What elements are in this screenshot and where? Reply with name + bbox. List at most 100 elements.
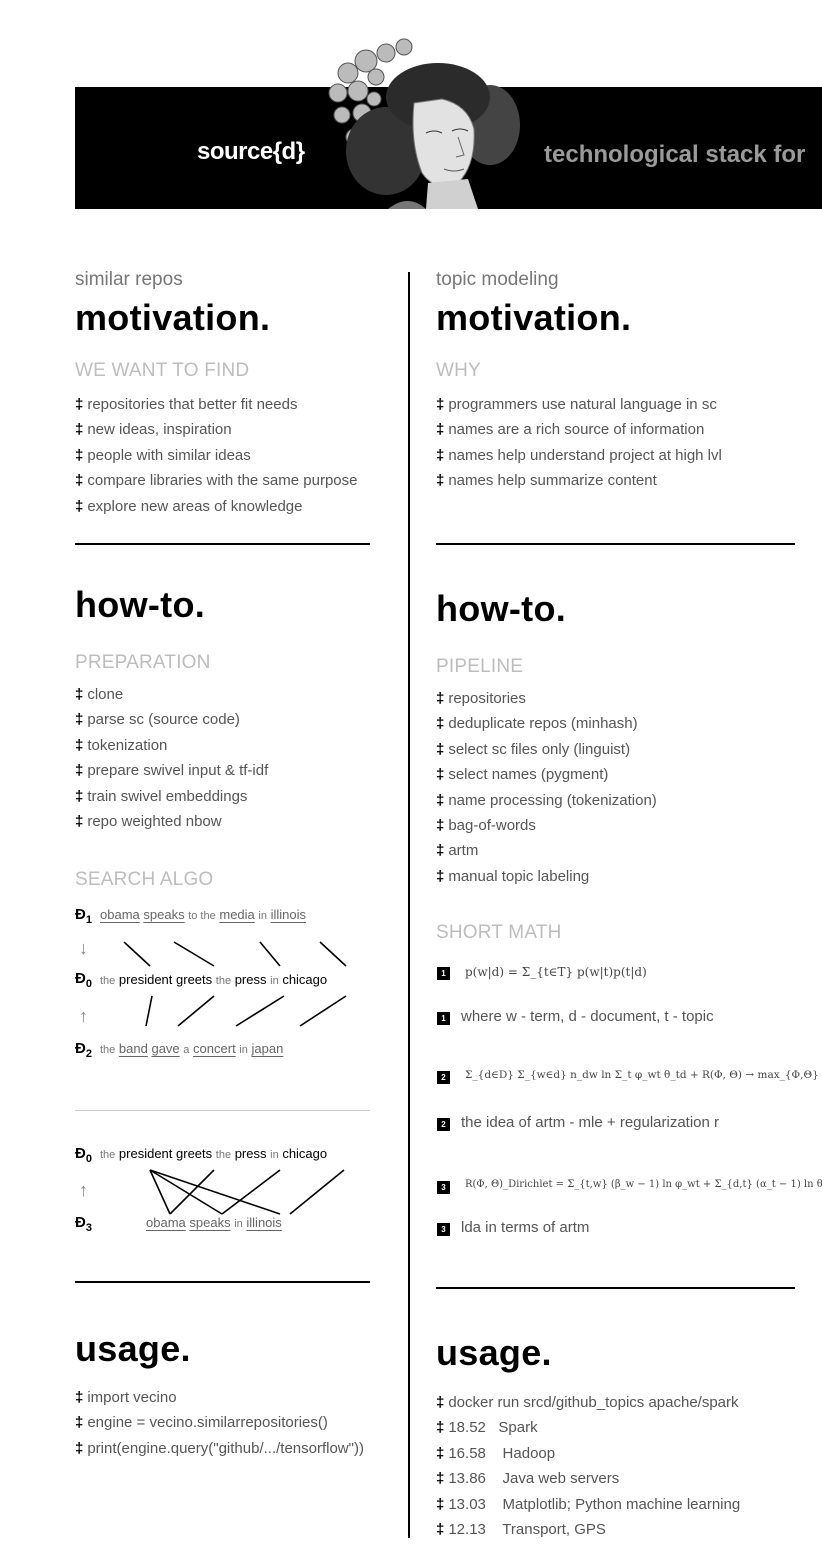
left-motivation-list: ‡ repositories that better fit needs ‡ new… bbox=[75, 395, 357, 522]
bullet-icon: ‡ bbox=[436, 1470, 445, 1488]
bullet-icon: ‡ bbox=[75, 812, 84, 830]
list-item: ‡ programmers use natural language in sc bbox=[436, 396, 717, 413]
doc-label-d2: Đ2 bbox=[75, 1040, 92, 1060]
list-item: ‡ train swivel embeddings bbox=[75, 787, 248, 805]
left-motivation-title: motivation. bbox=[75, 297, 271, 338]
doc-row-d0: the president greets the press in chicag… bbox=[100, 1146, 328, 1161]
bullet-icon: ‡ bbox=[75, 446, 84, 464]
formula-2-caption: the idea of artm - mle + regularization … bbox=[461, 1114, 720, 1131]
banner-tagline: technological stack for bbox=[544, 141, 806, 168]
pipeline-caption: PIPELINE bbox=[436, 656, 524, 677]
section-divider bbox=[75, 543, 370, 545]
list-item: ‡ names help summarize content bbox=[436, 472, 657, 490]
bullet-icon: ‡ bbox=[75, 497, 84, 515]
list-item: ‡ docker run srcd/github_topics apache/sp… bbox=[436, 1394, 739, 1411]
list-item: ‡ prepare swivel input & tf-idf bbox=[75, 762, 269, 780]
right-howto-title: how-to. bbox=[436, 588, 567, 629]
bullet-icon: ‡ bbox=[436, 1444, 445, 1462]
left-subtitle: similar repos bbox=[75, 269, 183, 290]
arrow-down-icon: ↓ bbox=[79, 938, 88, 958]
list-item: ‡ import vecino bbox=[75, 1389, 177, 1406]
list-item: ‡ select sc files only (linguist) bbox=[436, 740, 631, 758]
list-item: ‡ new ideas, inspiration bbox=[75, 421, 232, 439]
bullet-icon: ‡ bbox=[75, 711, 84, 729]
list-item: ‡ artm bbox=[436, 842, 479, 860]
bullet-icon: ‡ bbox=[75, 1439, 84, 1457]
right-subtitle: topic modeling bbox=[436, 269, 559, 290]
bullet-icon: ‡ bbox=[75, 472, 84, 490]
right-motivation-title: motivation. bbox=[436, 297, 632, 338]
math-badge: 1 bbox=[437, 967, 450, 980]
list-item: ‡ compare libraries with the same purpose bbox=[75, 472, 358, 490]
preparation-caption: PREPARATION bbox=[75, 652, 211, 673]
right-usage-list: ‡ docker run srcd/github_topics apache/sp… bbox=[436, 1393, 740, 1545]
bullet-icon: ‡ bbox=[436, 1394, 445, 1411]
formula-3: R(Φ, Θ)_Dirichlet = Σ_{t,w} (β_w − 1) ln… bbox=[465, 1179, 822, 1190]
list-item: ‡ 13.03 Matplotlib; Python machine learni… bbox=[436, 1495, 741, 1513]
bullet-icon: ‡ bbox=[436, 1419, 445, 1437]
list-item: ‡ repositories that better fit needs bbox=[75, 396, 298, 413]
bullet-icon: ‡ bbox=[75, 396, 84, 413]
short-math-caption: SHORT MATH bbox=[436, 922, 562, 943]
bullet-icon: ‡ bbox=[75, 1414, 84, 1432]
list-item: ‡ 12.13 Transport, GPS bbox=[436, 1520, 606, 1538]
bullet-icon: ‡ bbox=[75, 736, 84, 754]
list-item: ‡ repo weighted nbow bbox=[75, 812, 222, 830]
section-divider bbox=[75, 1281, 370, 1283]
bullet-icon: ‡ bbox=[436, 842, 445, 860]
list-item: ‡ print(engine.query("github/.../tensorfl… bbox=[75, 1439, 364, 1457]
list-item: ‡ parse sc (source code) bbox=[75, 711, 240, 729]
list-item: ‡ 18.52 Spark bbox=[436, 1419, 538, 1437]
bullet-icon: ‡ bbox=[436, 472, 445, 490]
math-badge: 1 bbox=[437, 1012, 450, 1025]
list-item: ‡ 16.58 Hadoop bbox=[436, 1444, 556, 1462]
pipeline-list: ‡ repositories ‡ deduplicate repos (minhas… bbox=[436, 689, 657, 892]
list-item: ‡ tokenization bbox=[75, 736, 168, 754]
math-badge: 2 bbox=[437, 1118, 450, 1131]
formula-1: p(w|d) = Σ_{t∈T} p(w|t)p(t|d) bbox=[465, 965, 647, 979]
portrait-illustration bbox=[318, 38, 523, 209]
bullet-icon: ‡ bbox=[75, 421, 84, 439]
list-item: ‡ bag-of-words bbox=[436, 816, 536, 834]
bullet-icon: ‡ bbox=[436, 740, 445, 758]
bullet-icon: ‡ bbox=[436, 791, 445, 809]
doc-row-d2: the band gave a concert in japan bbox=[100, 1041, 284, 1056]
list-item: ‡ 13.86 Java web servers bbox=[436, 1470, 620, 1488]
list-item: ‡ deduplicate repos (minhash) bbox=[436, 715, 638, 733]
bullet-icon: ‡ bbox=[436, 766, 445, 784]
bullet-icon: ‡ bbox=[436, 1520, 445, 1538]
list-item: ‡ engine = vecino.similarrepositories() bbox=[75, 1414, 328, 1432]
bullet-icon: ‡ bbox=[436, 816, 445, 834]
doc-label-d1: Đ1 bbox=[75, 906, 92, 926]
doc-row-d3: obama speaks in illinois bbox=[146, 1215, 282, 1230]
bullet-icon: ‡ bbox=[75, 787, 84, 805]
bullet-icon: ‡ bbox=[436, 715, 445, 733]
bullet-icon: ‡ bbox=[75, 686, 84, 703]
list-item: ‡ people with similar ideas bbox=[75, 446, 251, 464]
formula-1-caption: where w - term, d - document, t - topic bbox=[461, 1008, 714, 1025]
diagram-separator bbox=[75, 1110, 370, 1111]
preparation-list: ‡ clone ‡ parse sc (source code) ‡ tokeniza… bbox=[75, 685, 268, 837]
right-motivation-caption: WHY bbox=[436, 360, 481, 381]
math-badge: 3 bbox=[437, 1181, 450, 1194]
doc-label-d3: Đ3 bbox=[75, 1214, 92, 1234]
bullet-icon: ‡ bbox=[436, 1495, 445, 1513]
list-item: ‡ explore new areas of knowledge bbox=[75, 497, 303, 515]
bullet-icon: ‡ bbox=[436, 421, 445, 439]
search-algo-caption: SEARCH ALGO bbox=[75, 869, 214, 890]
bullet-icon: ‡ bbox=[75, 1389, 84, 1406]
bullet-icon: ‡ bbox=[436, 396, 445, 413]
alignment-lines bbox=[149, 1169, 345, 1215]
bullet-icon: ‡ bbox=[436, 690, 445, 707]
list-item: ‡ names help understand project at high l… bbox=[436, 446, 722, 464]
list-item: ‡ select names (pygment) bbox=[436, 766, 609, 784]
bullet-icon: ‡ bbox=[436, 867, 445, 885]
math-badge: 2 bbox=[437, 1071, 450, 1084]
right-usage-title: usage. bbox=[436, 1332, 552, 1373]
list-item: ‡ repositories bbox=[436, 690, 526, 707]
list-item: ‡ name processing (tokenization) bbox=[436, 791, 657, 809]
list-item: ‡ names are a rich source of information bbox=[436, 421, 705, 439]
left-motivation-caption: WE WANT TO FIND bbox=[75, 360, 250, 381]
left-howto-title: how-to. bbox=[75, 584, 206, 625]
left-usage-list: ‡ import vecino ‡ engine = vecino.similarr… bbox=[75, 1388, 364, 1464]
